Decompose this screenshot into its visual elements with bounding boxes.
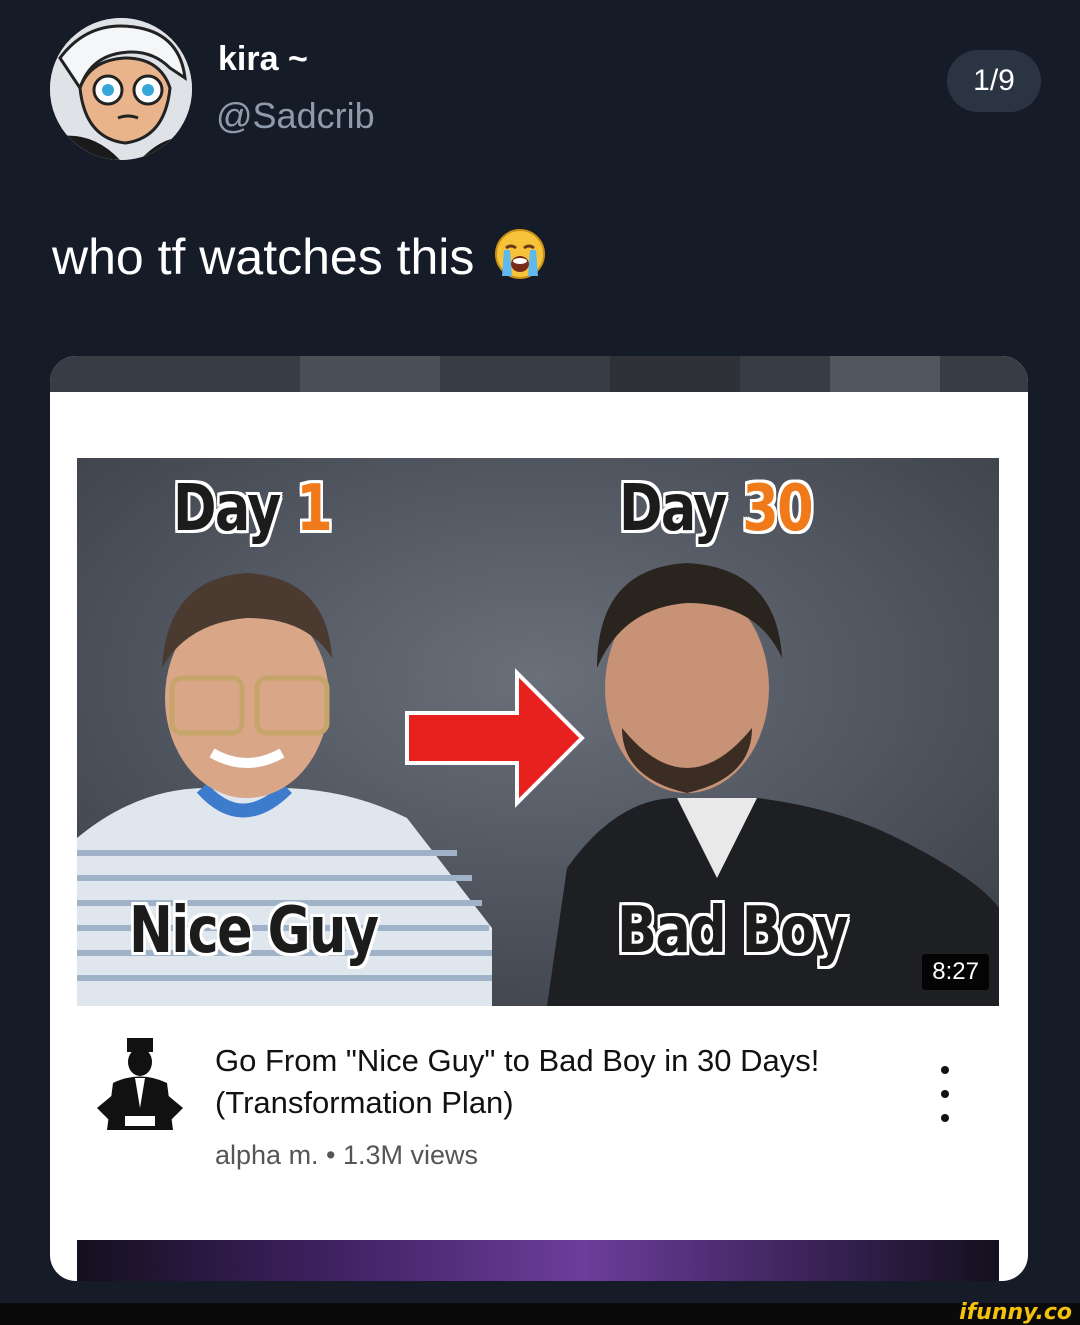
thumb-caption-nice-guy: Nice Guy xyxy=(129,894,379,968)
card-top-strip xyxy=(50,356,1028,392)
youtube-screenshot-card[interactable]: Day 1 Day 30 Nice Guy Bad Boy 8:27 Go Fr… xyxy=(50,356,1028,1281)
tweet-text-body: who tf watches this xyxy=(52,229,475,285)
thumb-label-word-right: Day xyxy=(619,472,727,546)
tweet-text: who tf watches this xyxy=(52,228,546,292)
channel-avatar[interactable] xyxy=(97,1038,183,1134)
user-handle[interactable]: @Sadcrib xyxy=(216,95,375,137)
more-options-icon[interactable] xyxy=(930,1066,960,1122)
video-duration-badge: 8:27 xyxy=(922,954,989,990)
loudly-crying-face-icon xyxy=(494,228,546,292)
profile-avatar[interactable] xyxy=(50,18,192,160)
thumb-label-day-1: Day 1 xyxy=(173,472,333,546)
watermark-logo: ifunny.co xyxy=(959,1300,1072,1325)
video-meta: alpha m. • 1.3M views xyxy=(215,1140,479,1170)
cartoon-avatar-icon xyxy=(50,18,192,160)
thumb-label-num-right: 30 xyxy=(742,472,813,546)
video-title[interactable]: Go From "Nice Guy" to Bad Boy in 30 Days… xyxy=(215,1040,855,1124)
thumb-caption-bad-boy: Bad Boy xyxy=(617,894,849,968)
video-thumbnail[interactable]: Day 1 Day 30 Nice Guy Bad Boy 8:27 xyxy=(77,458,999,1006)
thumb-label-word-left: Day xyxy=(173,472,281,546)
image-counter-badge: 1/9 xyxy=(947,50,1041,112)
suited-man-icon xyxy=(97,1038,183,1130)
bottom-bar xyxy=(0,1303,1080,1325)
display-name[interactable]: kira ~ xyxy=(218,40,308,79)
thumb-label-day-30: Day 30 xyxy=(619,472,814,546)
thumb-label-num-left: 1 xyxy=(296,472,332,546)
next-video-thumbnail-strip[interactable] xyxy=(77,1240,999,1281)
